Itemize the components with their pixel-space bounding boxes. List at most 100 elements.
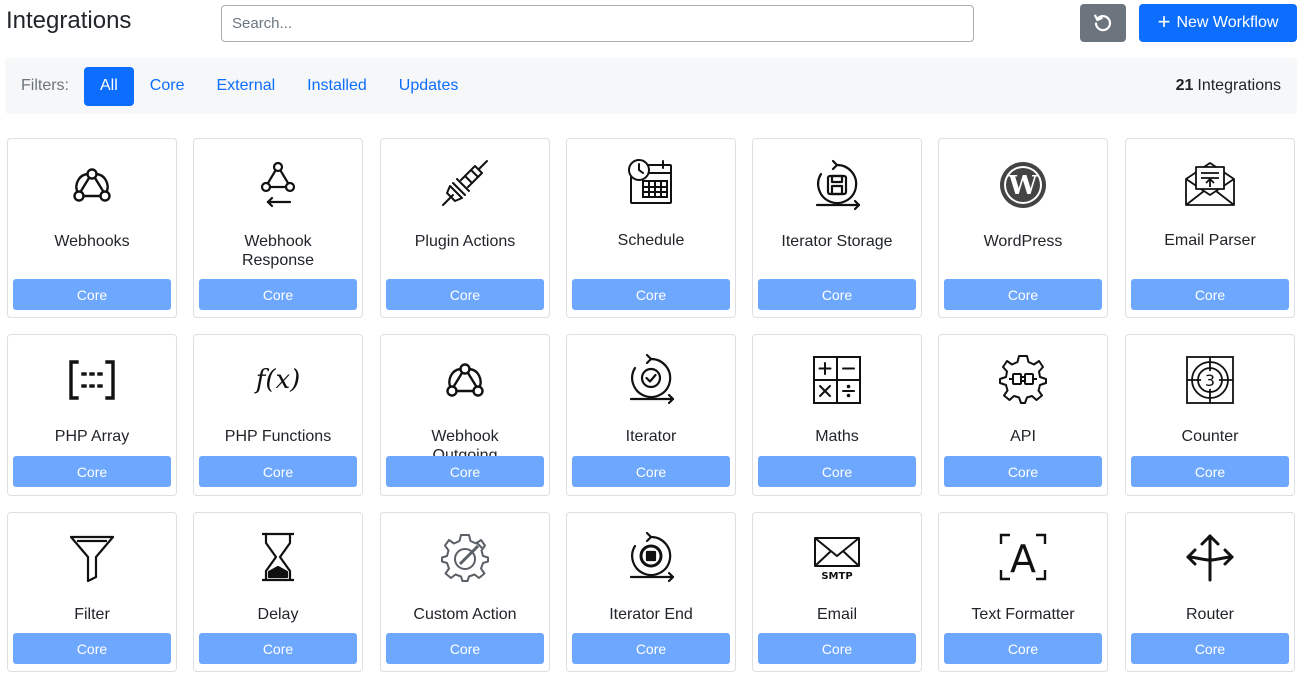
- integration-badge: Core: [758, 456, 916, 487]
- integration-badge: Core: [572, 456, 730, 487]
- function-icon: f(x): [250, 352, 306, 408]
- filter-tab-external[interactable]: External: [200, 67, 291, 106]
- integration-badge: Core: [386, 633, 544, 664]
- integration-badge: Core: [758, 633, 916, 664]
- integration-badge: Core: [386, 456, 544, 487]
- integration-badge: Core: [1131, 633, 1289, 664]
- integration-card-router[interactable]: Router Core: [1125, 512, 1295, 672]
- integration-badge: Core: [758, 279, 916, 310]
- webhook-response-icon: [250, 155, 306, 211]
- plug-icon: [437, 155, 493, 211]
- integration-badge: Core: [944, 633, 1102, 664]
- integration-card-email[interactable]: SMTP Email Core: [752, 512, 922, 672]
- integration-badge: Core: [1131, 279, 1289, 310]
- filter-bar: Filters: All Core External Installed Upd…: [5, 58, 1297, 114]
- webhook-icon: [64, 157, 120, 213]
- integration-name: API: [1010, 428, 1036, 445]
- integration-badge: Core: [386, 279, 544, 310]
- integration-card-text-formatter[interactable]: A Text Formatter Core: [938, 512, 1108, 672]
- iterator-storage-icon: [809, 157, 865, 213]
- integration-card-webhooks[interactable]: Webhooks Core: [7, 138, 177, 318]
- integration-name: Filter: [74, 606, 110, 623]
- integration-name: Maths: [815, 428, 859, 445]
- integration-card-api[interactable]: API Core: [938, 334, 1108, 496]
- integration-badge: Core: [13, 633, 171, 664]
- svg-text:SMTP: SMTP: [821, 571, 852, 582]
- integration-card-delay[interactable]: Delay Core: [193, 512, 363, 672]
- filter-tab-all[interactable]: All: [84, 66, 134, 106]
- integration-name: PHP Functions: [224, 428, 332, 445]
- integration-badge: Core: [1131, 456, 1289, 487]
- integration-card-iterator-storage[interactable]: Iterator Storage Core: [752, 138, 922, 318]
- integration-name: Iterator Storage: [781, 233, 893, 250]
- integration-card-php-functions[interactable]: f(x) PHP Functions Core: [193, 334, 363, 496]
- router-arrows-icon: [1182, 529, 1238, 585]
- calendar-clock-icon: [623, 153, 679, 209]
- smtp-envelope-icon: SMTP: [809, 529, 865, 585]
- iterator-icon: [623, 351, 679, 407]
- refresh-icon: [1093, 13, 1113, 33]
- integration-card-filter[interactable]: Filter Core: [7, 512, 177, 672]
- integration-card-iterator[interactable]: Iterator Core: [566, 334, 736, 496]
- svg-text:3: 3: [1205, 371, 1215, 390]
- integration-name: Email Parser: [1164, 232, 1256, 249]
- integration-card-maths[interactable]: Maths Core: [752, 334, 922, 496]
- wordpress-icon: W: [995, 157, 1051, 213]
- integration-name: Text Formatter: [971, 606, 1075, 623]
- integration-card-custom-action[interactable]: Custom Action Core: [380, 512, 550, 672]
- integration-name: PHP Array: [54, 428, 130, 445]
- integration-badge: Core: [13, 456, 171, 487]
- integration-name: Router: [1185, 606, 1235, 623]
- integration-name: Counter: [1181, 428, 1239, 445]
- filter-tab-core[interactable]: Core: [134, 67, 201, 106]
- integration-badge: Core: [13, 279, 171, 310]
- integration-badge: Core: [944, 279, 1102, 310]
- custom-action-gear-icon: [437, 529, 493, 585]
- search-input[interactable]: [221, 5, 974, 42]
- integration-card-webhook-outgoing[interactable]: Webhook Outgoing Core: [380, 334, 550, 496]
- new-workflow-button[interactable]: + New Workflow: [1139, 4, 1297, 42]
- text-formatter-icon: A: [995, 529, 1051, 585]
- integration-badge: Core: [199, 279, 357, 310]
- filter-tab-updates[interactable]: Updates: [383, 67, 475, 106]
- refresh-button[interactable]: [1080, 4, 1126, 42]
- integration-name: Delay: [257, 606, 299, 623]
- integration-count-label: Integrations: [1197, 77, 1281, 94]
- integration-badge: Core: [199, 456, 357, 487]
- svg-text:A: A: [1010, 537, 1036, 581]
- svg-text:f(x): f(x): [254, 365, 301, 395]
- integration-name: Webhooks: [54, 233, 130, 250]
- hourglass-icon: [250, 529, 306, 585]
- filters-label: Filters:: [21, 77, 69, 94]
- plus-icon: +: [1157, 9, 1171, 34]
- integration-count: 21 Integrations: [1176, 58, 1281, 114]
- webhook-outgoing-icon: [437, 352, 493, 408]
- svg-text:W: W: [1007, 171, 1038, 201]
- counter-icon: 3: [1182, 352, 1238, 408]
- funnel-icon: [64, 530, 120, 586]
- integration-name: Schedule: [617, 232, 685, 249]
- integration-badge: Core: [199, 633, 357, 664]
- filter-tab-installed[interactable]: Installed: [291, 67, 383, 106]
- email-parser-icon: [1182, 155, 1238, 211]
- integration-card-wordpress[interactable]: W WordPress Core: [938, 138, 1108, 318]
- integration-name: Iterator: [625, 428, 677, 445]
- php-array-icon: [64, 352, 120, 408]
- integration-name: Email: [816, 606, 857, 623]
- integration-count-number: 21: [1175, 77, 1194, 94]
- page-title: Integrations: [6, 7, 132, 34]
- integration-name: Iterator End: [609, 606, 693, 623]
- integration-card-email-parser[interactable]: Email Parser Core: [1125, 138, 1295, 318]
- integration-card-webhook-response[interactable]: Webhook Response Core: [193, 138, 363, 318]
- integration-card-php-array[interactable]: PHP Array Core: [7, 334, 177, 496]
- integration-badge: Core: [572, 279, 730, 310]
- integration-badge: Core: [944, 456, 1102, 487]
- integration-name: Custom Action: [413, 606, 517, 623]
- new-workflow-label: New Workflow: [1176, 14, 1279, 31]
- integration-name: Plugin Actions: [414, 233, 516, 250]
- integration-card-plugin-actions[interactable]: Plugin Actions Core: [380, 138, 550, 318]
- integration-card-schedule[interactable]: Schedule Core: [566, 138, 736, 318]
- integration-card-iterator-end[interactable]: Iterator End Core: [566, 512, 736, 672]
- math-operators-icon: [809, 352, 865, 408]
- integration-card-counter[interactable]: 3 Counter Core: [1125, 334, 1295, 496]
